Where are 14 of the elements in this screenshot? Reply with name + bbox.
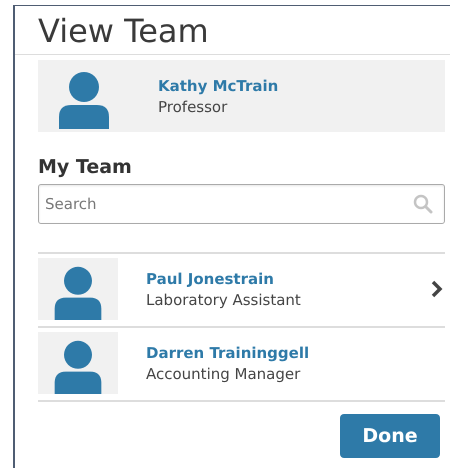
member-name: Darren Traininggell (146, 344, 310, 362)
team-member-row[interactable]: Darren Traininggell Accounting Manager (38, 328, 445, 402)
section-heading: My Team (38, 156, 133, 178)
search-icon (413, 194, 433, 214)
member-role: Laboratory Assistant (146, 290, 301, 308)
done-button[interactable]: Done (340, 414, 440, 458)
member-role: Accounting Manager (146, 364, 302, 382)
chevron-right-icon[interactable] (431, 280, 443, 298)
page-title: View Team (15, 6, 450, 55)
team-member-row[interactable]: Paul Jonestrain Laboratory Assistant (38, 254, 445, 328)
user-name: Kathy McTrain (158, 76, 278, 94)
search-field[interactable]: Search (38, 184, 445, 224)
member-name: Paul Jonestrain (146, 270, 275, 288)
user-role: Professor (158, 98, 228, 116)
